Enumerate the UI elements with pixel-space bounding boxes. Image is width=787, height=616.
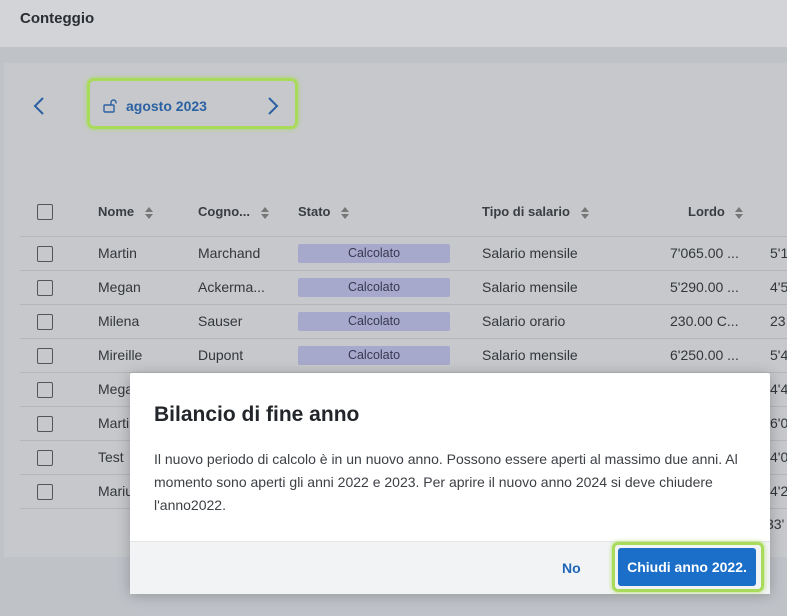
cell-lordo: 6'250.00 ... [670,347,739,363]
column-header-label: Cogno... [198,204,250,219]
close-year-button[interactable]: Chiudi anno 2022. [618,548,756,586]
column-header-lordo[interactable]: Lordo [688,204,744,220]
no-button[interactable]: No [562,560,581,576]
cell-next: 4'2 [770,483,787,499]
row-checkbox[interactable] [37,314,53,330]
table-row[interactable]: Megan Ackerma... Calcolato Salario mensi… [20,270,787,305]
select-all-checkbox[interactable] [37,204,53,220]
cell-lordo: 230.00 C... [670,313,739,329]
table-row[interactable]: Martin Marchand Calcolato Salario mensil… [20,236,787,271]
cell-nome: Test [98,449,124,465]
cell-cognome: Ackerma... [198,279,265,295]
status-badge: Calcolato [298,346,450,365]
row-checkbox[interactable] [37,246,53,262]
column-header-stato[interactable]: Stato [298,204,350,220]
period-label[interactable]: agosto 2023 [126,98,207,114]
cell-nome: Mariu [98,483,134,499]
status-badge: Calcolato [298,278,450,297]
row-checkbox[interactable] [37,450,53,466]
cell-nome: Megan [98,279,141,295]
cell-next: 5'4 [770,347,787,363]
column-header-label: Lordo [688,204,725,219]
row-checkbox[interactable] [37,382,53,398]
sort-icon [341,206,350,219]
cell-tipo-salario: Salario orario [482,313,566,329]
cell-tipo-salario: Salario mensile [482,347,578,363]
table-row[interactable]: Mireille Dupont Calcolato Salario mensil… [20,338,787,373]
cell-nome: Milena [98,313,140,329]
cell-nome: Martin [98,245,137,261]
cell-nome: Mireille [98,347,143,363]
column-header-label: Stato [298,204,331,219]
column-header-tipo-salario[interactable]: Tipo di salario [482,204,590,220]
sort-icon [144,206,153,219]
column-header-cognome[interactable]: Cogno... [198,204,270,220]
cell-next: 23 [770,313,786,329]
cell-nome: Marti [98,415,130,431]
row-checkbox[interactable] [37,484,53,500]
next-period-icon[interactable] [262,95,282,117]
sort-icon [260,206,269,219]
cell-next: 4'4 [770,381,787,397]
status-badge: Calcolato [298,312,450,331]
unlock-icon [103,99,117,113]
year-end-dialog: Bilancio di fine anno Il nuovo periodo d… [130,373,770,594]
top-bar: Conteggio [0,0,787,47]
cell-lordo: 5'290.00 ... [670,279,739,295]
cell-lordo: 7'065.00 ... [670,245,739,261]
cell-tipo-salario: Salario mensile [482,279,578,295]
table-row[interactable]: Milena Sauser Calcolato Salario orario 2… [20,304,787,339]
cell-cognome: Marchand [198,245,261,261]
row-checkbox[interactable] [37,280,53,296]
status-badge: Calcolato [298,244,450,263]
previous-period-icon[interactable] [30,95,50,117]
dialog-footer: No Chiudi anno 2022. [130,541,770,594]
column-header-nome[interactable]: Nome [98,204,154,220]
row-checkbox[interactable] [37,348,53,364]
column-header-label: Tipo di salario [482,204,570,219]
cell-next: 4'5 [770,279,787,295]
cell-next: 6'0 [770,415,787,431]
cell-cognome: Dupont [198,347,244,363]
dialog-message: Il nuovo periodo di calcolo è in un nuov… [154,451,738,513]
sort-icon [580,206,589,219]
cell-tipo-salario: Salario mensile [482,245,578,261]
page-title: Conteggio [20,10,95,27]
cell-next: 4'0 [770,449,787,465]
sort-icon [735,206,744,219]
cell-cognome: Sauser [198,313,243,329]
cell-nome: Mega [98,381,134,397]
column-header-label: Nome [98,204,135,219]
cell-next: 5'1 [770,245,787,261]
dialog-title: Bilancio di fine anno [154,403,360,426]
row-checkbox[interactable] [37,416,53,432]
